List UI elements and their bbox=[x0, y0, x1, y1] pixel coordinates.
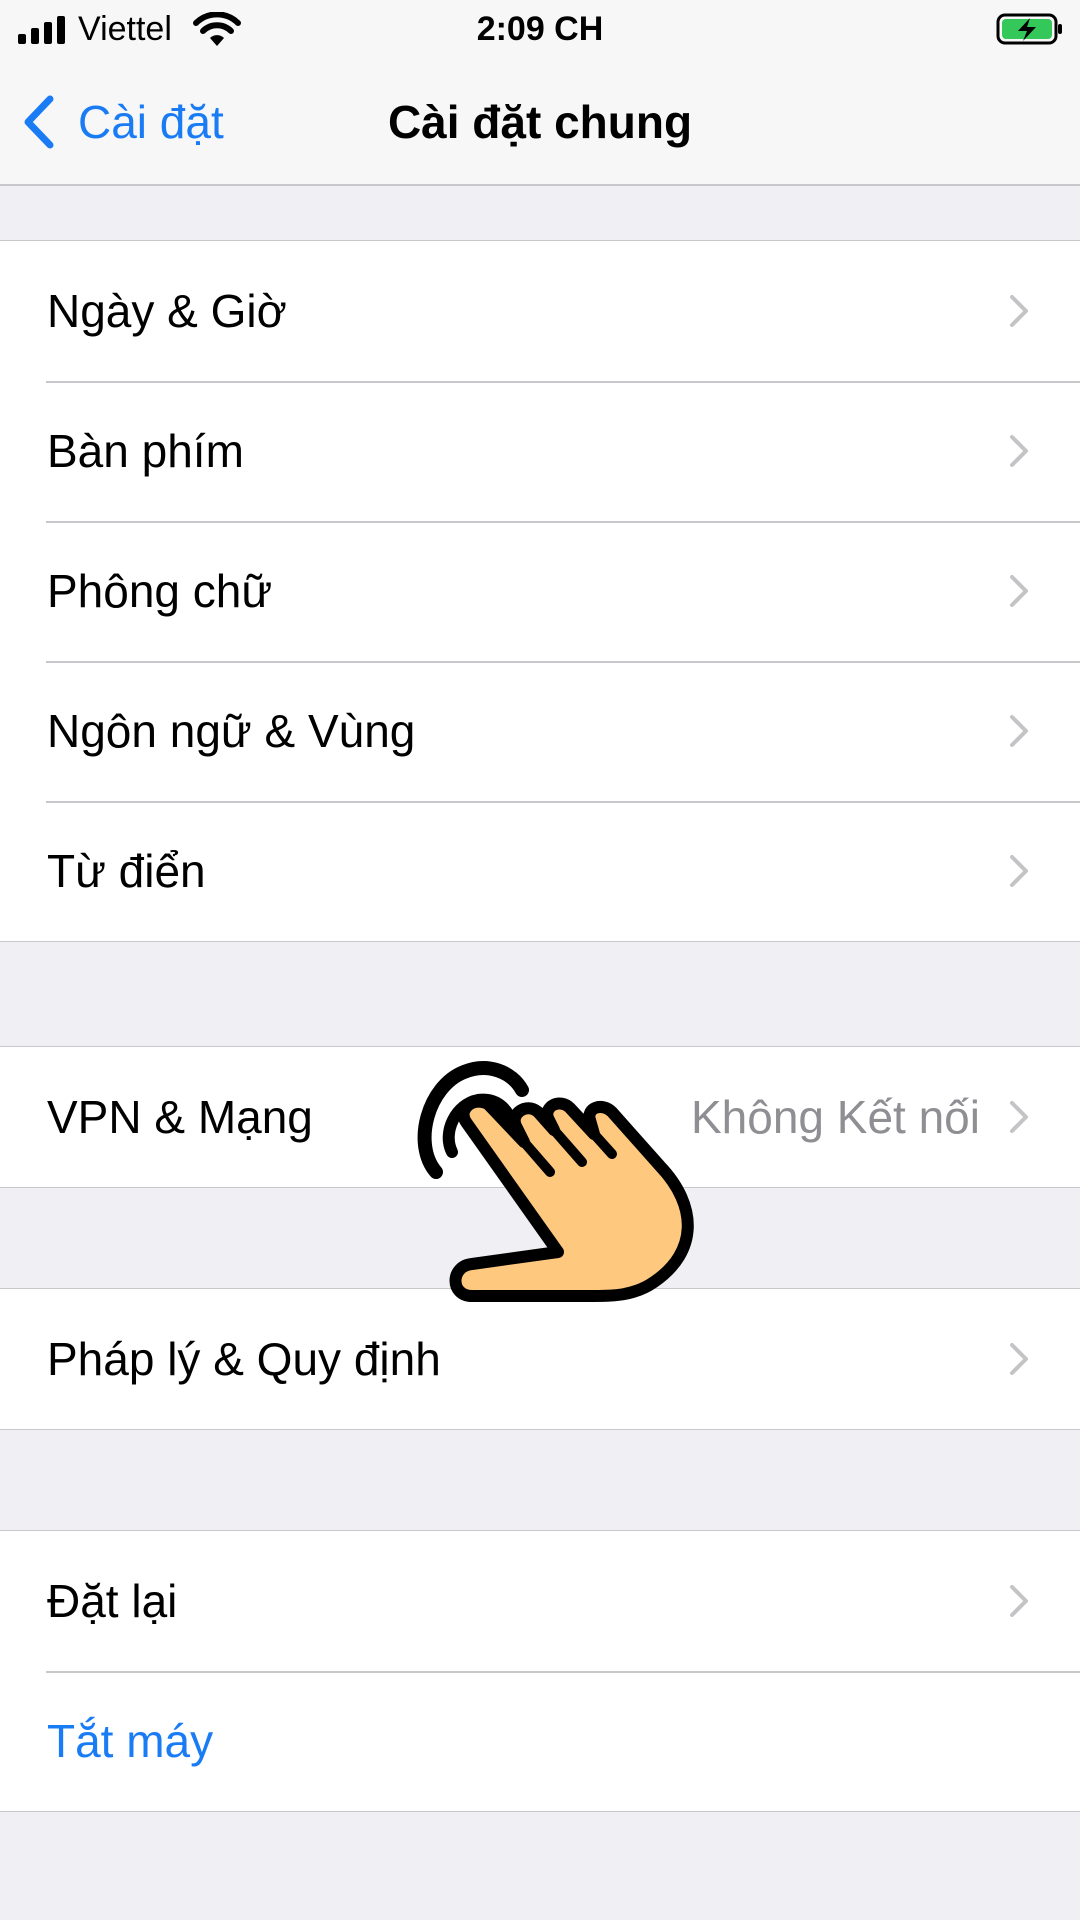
status-time: 2:09 CH bbox=[476, 10, 604, 48]
list-item-language-region[interactable]: Ngôn ngữ & Vùng bbox=[0, 661, 1080, 801]
battery-charging-icon bbox=[996, 13, 1062, 45]
list-item-dictionary[interactable]: Từ điển bbox=[0, 801, 1080, 941]
vpn-status-value: Không Kết nối bbox=[690, 1091, 980, 1143]
list-item-label: Phông chữ bbox=[47, 565, 273, 617]
chevron-right-icon bbox=[1010, 715, 1028, 747]
pointing-hand-icon bbox=[417, 1061, 694, 1302]
list-item-label: VPN & Mạng bbox=[47, 1091, 313, 1143]
list-item-legal-regulatory[interactable]: Pháp lý & Quy định bbox=[0, 1289, 1080, 1429]
page-title: Cài đặt chung bbox=[387, 96, 693, 148]
list-item-label: Pháp lý & Quy định bbox=[47, 1333, 441, 1385]
chevron-right-icon bbox=[1010, 1101, 1028, 1133]
list-item-fonts[interactable]: Phông chữ bbox=[0, 521, 1080, 661]
navigation-bar: Cài đặt Cài đặt chung bbox=[0, 60, 1080, 186]
chevron-right-icon bbox=[1010, 295, 1028, 327]
list-item-label: Ngày & Giờ bbox=[47, 285, 287, 337]
status-bar: Viettel 2:09 CH bbox=[0, 0, 1080, 60]
list-item-label: Ngôn ngữ & Vùng bbox=[47, 705, 416, 757]
chevron-right-icon bbox=[1010, 435, 1028, 467]
chevron-right-icon bbox=[1010, 1585, 1028, 1617]
settings-group-legal: Pháp lý & Quy định bbox=[0, 1288, 1080, 1430]
list-item-label: Đặt lại bbox=[47, 1575, 178, 1627]
chevron-right-icon bbox=[1010, 855, 1028, 887]
shut-down-label: Tắt máy bbox=[47, 1715, 214, 1767]
chevron-right-icon bbox=[1010, 1343, 1028, 1375]
shut-down-button[interactable]: Tắt máy bbox=[0, 1671, 1080, 1811]
list-item-label: Từ điển bbox=[47, 845, 206, 897]
settings-group-reset: Đặt lại Tắt máy bbox=[0, 1530, 1080, 1812]
list-item-keyboard[interactable]: Bàn phím bbox=[0, 381, 1080, 521]
chevron-right-icon bbox=[1010, 575, 1028, 607]
list-item-label: Bàn phím bbox=[47, 425, 244, 477]
list-item-date-time[interactable]: Ngày & Giờ bbox=[0, 241, 1080, 381]
list-item-reset[interactable]: Đặt lại bbox=[0, 1531, 1080, 1671]
settings-group-general: Ngày & Giờ Bàn phím Phông chữ Ngôn ngữ &… bbox=[0, 240, 1080, 942]
